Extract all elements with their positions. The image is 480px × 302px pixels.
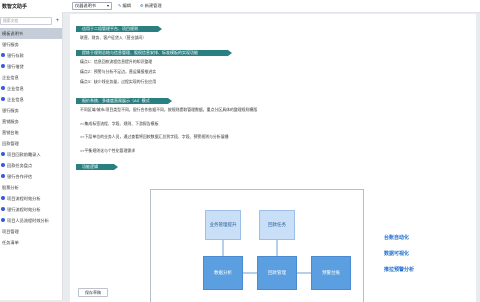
sidebar-item[interactable]: 银行合作评估 [0,171,62,182]
section-heading: 提炼于规则总结与信息管理、股权信息安排、标准模板的实现功能 [76,50,232,56]
sidebar-item-label: 银行服务 [2,42,19,47]
paragraph: >>平衡规则化与个性化管理需求 [80,148,136,153]
sidebar-list: 模板说明书 银行服务 银行存款 银行借贷 企业信息 企业信息 企业信息 银行服务 营销服务 营销台… [0,28,62,248]
paragraph: 痛点1：信息回款流程信息提升的知识整理 [80,59,153,64]
sidebar-item[interactable]: 营销服务 [0,116,62,127]
bullet-icon [1,218,5,222]
manage-button[interactable]: ⚙新建管理 [140,3,162,9]
bullet-icon [1,64,5,68]
document-body: 适用于二组管理平台、项目规则 联营、财务、客户征贷入（营业部间） 提炼于规则总结… [70,14,476,302]
diagram-label: 台账自动化 [384,235,410,241]
paragraph: 联营、财务、客户征贷入（营业部间） [80,35,147,40]
sidebar-item-label: 回款任务盘点 [7,163,33,168]
bullet-icon [1,97,5,101]
sidebar-item[interactable]: 任务清单 [0,237,62,248]
sidebar-item-label: 回款管理 [2,141,19,146]
bullet-icon [1,53,5,57]
sidebar-item[interactable]: 企业信息 [0,83,62,94]
section-heading: 报价系统、多维度直观展示（AI）模式 [76,98,172,104]
document-select[interactable]: 仪器说明书 ▾ [72,2,112,10]
diagram-label: 推拉预警分析 [384,267,415,273]
sidebar-item[interactable]: 项目回款前瞻录入 [0,149,62,160]
paragraph: >>下层单位的业务人员，通过查看将回款数据汇总到字段、字段、预警规则与分析展播 [80,134,229,139]
sidebar-item[interactable]: 项目流程时效分析 [0,193,62,204]
function-logic-diagram: 业务管理提升 回款任务 数据分析 回款管理 预警台账 [150,189,364,302]
pencil-icon: ✎ [118,3,122,8]
settings-icon: ⚙ [140,3,144,8]
sidebar-item[interactable]: 银行存款 [0,50,62,61]
sidebar-item-label: 企业信息 [7,97,24,102]
app-title: 数智文助手 [2,4,28,10]
save-draft-button[interactable]: 保存草稿 [78,288,108,297]
bullet-icon [1,174,5,178]
search-input[interactable]: 搜索文档 [0,17,52,25]
toolbar: 仪器说明书 ▾ ✎编辑 ⚙新建管理 [62,0,480,13]
sidebar-item[interactable]: 银行流程时效分析 [0,204,62,215]
sidebar-item-label: 银行流程时效分析 [7,207,41,212]
bullet-icon [1,207,5,211]
sidebar-item[interactable]: 企业信息 [0,72,62,83]
sidebar-item-label: 企业信息 [2,75,19,80]
bullet-icon [1,152,5,156]
sidebar: 数智文助手 搜索文档 + 模板说明书 银行服务 银行存款 银行借贷 企业信息 企业信息 企业… [0,0,63,300]
sidebar-item-label: 项目流程时效分析 [7,196,41,201]
document-select-value: 仪器说明书 [75,3,96,8]
paragraph: 痛点3：缺少线业务量，过程实现的行业应用 [80,79,157,84]
bullet-icon [1,86,5,90]
sidebar-item-label: 营销服务 [2,119,19,124]
sidebar-item-label: 项目管理 [2,229,19,234]
add-document-button[interactable]: + [54,17,61,25]
sidebar-item[interactable]: 银行服务 [0,105,62,116]
manage-label: 新建管理 [144,3,162,8]
sidebar-item[interactable]: 项目人员流程时效分析 [0,215,62,226]
sidebar-item-label: 项目回款前瞻录入 [7,152,41,157]
sidebar-item-label: 任务清单 [2,240,19,245]
sidebar-item[interactable]: 银行借贷 [0,61,62,72]
sidebar-item-label: 银行合作评估 [7,174,33,179]
edit-button[interactable]: ✎编辑 [118,3,131,9]
sidebar-item-label: 银行借贷 [7,64,24,69]
sidebar-item[interactable]: 回款任务盘点 [0,160,62,171]
sidebar-item[interactable]: 项目管理 [0,226,62,237]
sidebar-item-label: 银行服务 [2,108,19,113]
sidebar-item[interactable]: 回款管理 [0,138,62,149]
section-heading: 功能逻辑 [76,164,118,170]
sidebar-item[interactable]: 营销台账 [0,127,62,138]
diagram-connectors [222,240,311,274]
bullet-icon [1,196,5,200]
sidebar-item[interactable]: 银行服务 [0,39,62,50]
sidebar-item[interactable]: 模板说明书 [0,28,62,39]
sidebar-item-label: 银行存款 [7,53,24,58]
sidebar-item[interactable]: 股票分析 [0,182,62,193]
diagram-label: 数据可视化 [384,251,410,257]
sidebar-item-label: 股票分析 [2,185,19,190]
sidebar-item-label: 模板说明书 [2,31,23,36]
paragraph: 不同区域/城市/项目类型不同，银行合作依据不同，按规则提取管理数据，重点分区具体… [80,107,258,112]
edit-label: 编辑 [122,3,131,8]
paragraph: >>集成标签流程、字段、规则、下游报告模板 [80,121,159,126]
bullet-icon [1,163,5,167]
sidebar-item-label: 项目人员流程时效分析 [7,218,49,223]
sidebar-item[interactable]: 企业信息 [0,94,62,105]
chevron-down-icon: ▾ [106,3,109,8]
sidebar-item-label: 营销台账 [2,130,19,135]
sidebar-item-label: 企业信息 [7,86,24,91]
paragraph: 痛点2：预警与分析不足边，营运情报推进实 [80,69,157,74]
section-heading: 适用于二组管理平台、项目规则 [76,26,162,32]
